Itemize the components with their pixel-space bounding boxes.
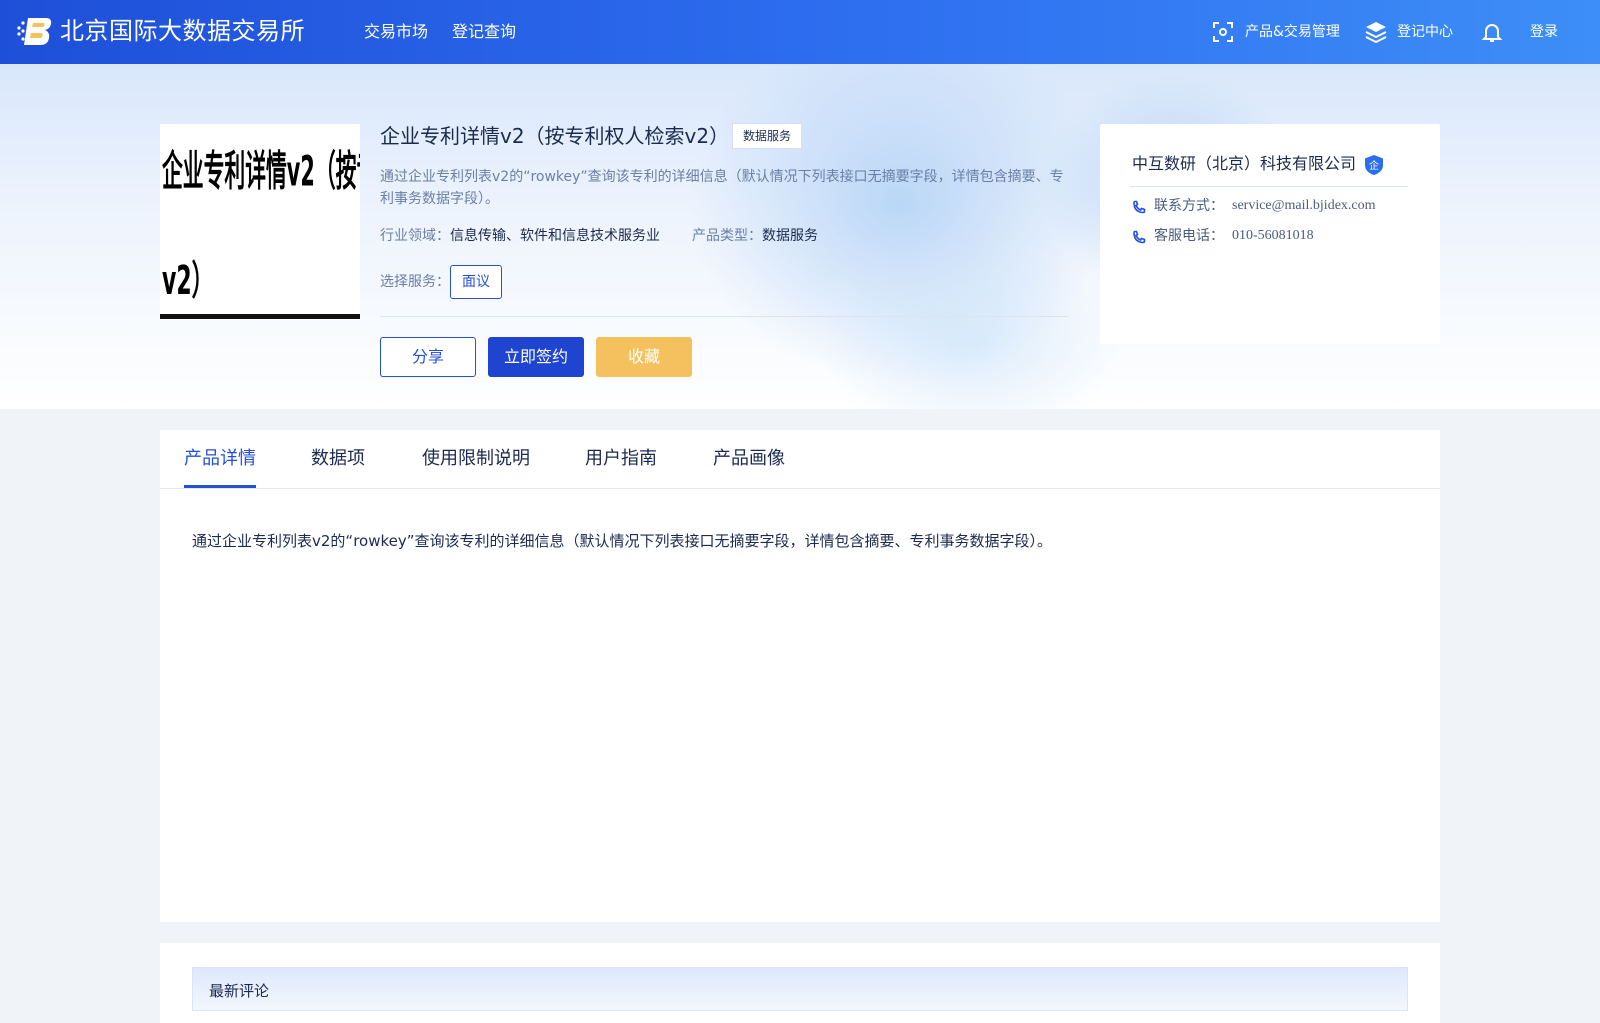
enterprise-shield-icon: 企 <box>1365 155 1383 175</box>
active-tab-indicator <box>184 485 256 488</box>
phone-icon <box>1133 200 1146 214</box>
register-center[interactable]: 登记中心 <box>1397 20 1453 44</box>
contact-label: 联系方式： <box>1154 198 1224 214</box>
cover-text-line1: 企业专利详情v2（按专利权人检索 <box>162 147 360 197</box>
select-service-label: 选择服务： <box>380 274 450 290</box>
phone-label: 客服电话： <box>1154 228 1224 244</box>
nav-trade-market[interactable]: 交易市场 <box>364 20 428 44</box>
product-trade-management[interactable]: 产品&交易管理 <box>1245 20 1340 44</box>
service-option-negotiable[interactable]: 面议 <box>450 265 502 299</box>
comments-title: 最新评论 <box>209 982 270 1000</box>
scan-frame-icon[interactable] <box>1211 20 1235 44</box>
hero-divider <box>380 316 1068 317</box>
layers-icon[interactable] <box>1364 20 1388 44</box>
contact-email[interactable]: service@mail.bjidex.com <box>1232 196 1376 216</box>
product-type-label: 产品类型： <box>692 228 762 244</box>
share-button[interactable]: 分享 <box>380 337 476 377</box>
tab-product-profile[interactable]: 产品画像 <box>713 446 785 472</box>
detail-tabs: 产品详情 数据项 使用限制说明 用户指南 产品画像 <box>160 430 1440 489</box>
top-header: 北京国际大数据交易所 交易市场 登记查询 产品&交易管理 登记中心 登录 <box>0 0 1600 64</box>
cover-underline <box>160 314 360 319</box>
phone-number[interactable]: 010-56081018 <box>1232 226 1314 246</box>
login-link[interactable]: 登录 <box>1530 20 1558 44</box>
tab-user-guide[interactable]: 用户指南 <box>585 446 657 472</box>
product-detail-text: 通过企业专利列表v2的“rowkey”查询该专利的详细信息（默认情况下列表接口无… <box>192 532 1053 550</box>
product-type-field: 产品类型：数据服务 <box>692 226 818 246</box>
industry-field: 行业领域：信息传输、软件和信息技术服务业 <box>380 226 660 246</box>
tab-usage-restrictions[interactable]: 使用限制说明 <box>422 446 530 472</box>
sign-now-button[interactable]: 立即签约 <box>488 337 584 377</box>
cover-text-line2: v2） <box>162 258 214 304</box>
phone-icon <box>1133 230 1146 244</box>
comments-header: 最新评论 <box>192 967 1408 1011</box>
bjidex-logo-icon[interactable] <box>16 14 52 48</box>
product-title: 企业专利详情v2（按专利权人检索v2） <box>380 124 730 148</box>
favorite-button[interactable]: 收藏 <box>596 337 692 377</box>
product-description: 通过企业专利列表v2的“rowkey”查询该专利的详细信息（默认情况下列表接口无… <box>380 169 1064 207</box>
product-type-tag: 数据服务 <box>732 123 803 149</box>
nav-registry-query[interactable]: 登记查询 <box>452 20 516 44</box>
product-cover-image: 企业专利详情v2（按专利权人检索 v2） <box>160 124 360 320</box>
industry-label: 行业领域： <box>380 228 450 244</box>
product-type-value: 数据服务 <box>762 228 818 244</box>
bell-icon[interactable] <box>1480 20 1504 44</box>
tab-data-items[interactable]: 数据项 <box>311 446 365 472</box>
site-title[interactable]: 北京国际大数据交易所 <box>60 15 305 47</box>
company-card: 中互数研（北京）科技有限公司 企 联系方式： service@mail.bjid… <box>1100 124 1440 344</box>
industry-value: 信息传输、软件和信息技术服务业 <box>450 228 660 244</box>
enterprise-badge-text: 企 <box>1369 159 1379 172</box>
company-name[interactable]: 中互数研（北京）科技有限公司 <box>1132 152 1356 176</box>
company-divider <box>1130 186 1408 187</box>
comments-section: 最新评论 <box>160 943 1440 1023</box>
tab-product-detail[interactable]: 产品详情 <box>184 446 256 472</box>
detail-panel: 产品详情 数据项 使用限制说明 用户指南 产品画像 通过企业专利列表v2的“ro… <box>160 430 1440 922</box>
